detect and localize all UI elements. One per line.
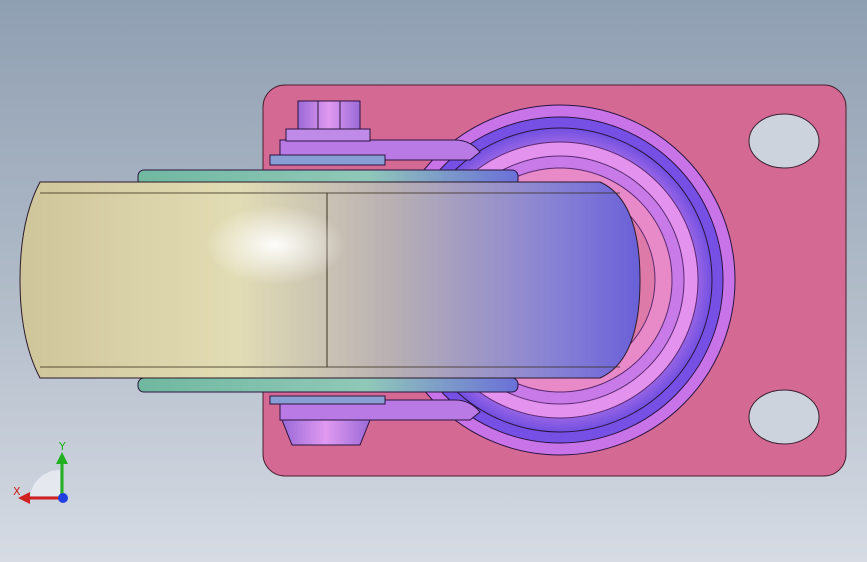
caster-model[interactable] — [0, 0, 867, 562]
3d-viewport[interactable]: Y X — [0, 0, 867, 562]
triad-plane-icon — [30, 469, 60, 496]
x-axis-label: X — [13, 485, 21, 498]
y-axis-label: Y — [58, 440, 66, 453]
coordinate-triad: Y X — [13, 440, 68, 504]
hub-plate-bottom[interactable] — [137, 377, 519, 393]
z-axis-icon — [58, 493, 68, 503]
fork-bottom[interactable] — [269, 395, 481, 421]
axle-bolt-head[interactable] — [285, 100, 371, 142]
wheel[interactable] — [19, 181, 641, 379]
mounting-hole-bottom[interactable] — [748, 389, 820, 445]
mounting-hole-top[interactable] — [748, 113, 820, 169]
axle-nut[interactable] — [281, 419, 371, 446]
